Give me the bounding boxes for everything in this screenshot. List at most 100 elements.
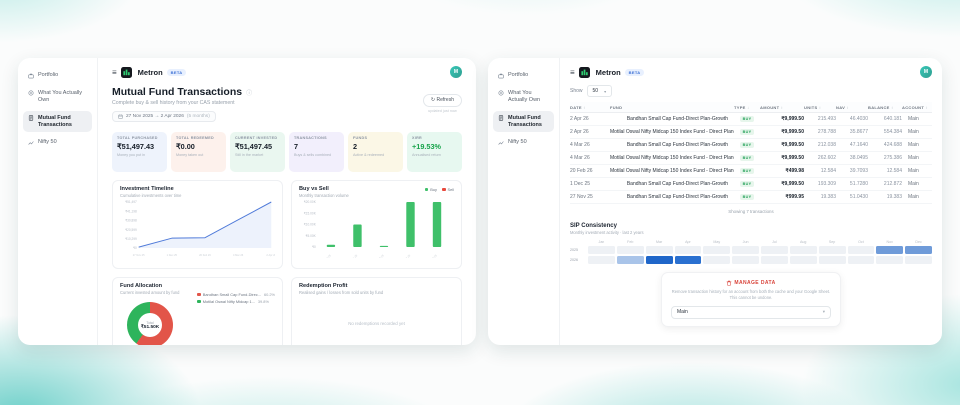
stat-label: TOTAL REDEEMED: [176, 136, 221, 140]
page-size-select[interactable]: 50 ▾: [587, 85, 613, 97]
buy-badge: BUY: [740, 129, 755, 135]
column-header[interactable]: NAV ↕: [836, 105, 868, 110]
table-row[interactable]: 2 Apr 26 Bandhan Small Cap Fund-Direct P…: [570, 113, 932, 126]
column-header[interactable]: AMOUNT ↕: [760, 105, 804, 110]
stat-label: XIRR: [412, 136, 457, 140]
table-row[interactable]: 4 Mar 26 Motilal Oswal Nifty Midcap 150 …: [570, 152, 932, 165]
sidebar-item-what-you-own[interactable]: What You Actually Own: [23, 86, 92, 108]
document-icon: [28, 115, 34, 121]
svg-text:₹10,299: ₹10,299: [125, 237, 137, 241]
stat-card: XIRR +19.53% Annualised return: [407, 132, 462, 172]
heatmap-cell[interactable]: [790, 256, 817, 264]
sort-icon[interactable]: ↕: [846, 105, 848, 110]
heatmap-cell[interactable]: [675, 256, 702, 264]
heatmap-cell[interactable]: [876, 256, 903, 264]
hamburger-menu-icon[interactable]: ≡: [112, 68, 117, 77]
heatmap-month-label: Mar: [646, 240, 673, 244]
heatmap-month-label: Oct: [848, 240, 875, 244]
heatmap-cell[interactable]: [905, 246, 932, 254]
heatmap-cell[interactable]: [848, 246, 875, 254]
info-icon[interactable]: ⓘ: [246, 88, 252, 97]
date-range-note: (5 months): [187, 114, 210, 119]
legend-percent: 60.2%: [264, 292, 275, 297]
heatmap-cell[interactable]: [675, 246, 702, 254]
heatmap-cell[interactable]: [646, 256, 673, 264]
cell-account: Main: [902, 181, 932, 187]
column-header[interactable]: ACCOUNT ↕: [902, 105, 932, 110]
hamburger-menu-icon[interactable]: ≡: [570, 68, 575, 77]
donut-chart[interactable]: Total ₹51.50K: [127, 302, 173, 345]
cell-type: BUY: [734, 155, 760, 161]
heatmap-cell[interactable]: [819, 246, 846, 254]
table-row[interactable]: 20 Feb 26 Motilal Oswal Nifty Midcap 150…: [570, 165, 932, 178]
sort-icon[interactable]: ↕: [781, 105, 783, 110]
sort-icon[interactable]: ↓: [747, 105, 749, 110]
table-row[interactable]: 4 Mar 26 Bandhan Small Cap Fund-Direct P…: [570, 139, 932, 152]
cell-balance: 19.383: [868, 194, 902, 200]
heatmap-cell[interactable]: [848, 256, 875, 264]
heatmap-cell[interactable]: [761, 246, 788, 254]
cell-date: 20 Feb 26: [570, 168, 610, 174]
show-label: Show: [570, 88, 583, 94]
heatmap-cell[interactable]: [790, 246, 817, 254]
table-row[interactable]: 27 Nov 25 Bandhan Small Cap Fund-Direct …: [570, 191, 932, 204]
column-header[interactable]: FUND: [610, 105, 734, 110]
column-header[interactable]: DATE ↕: [570, 105, 610, 110]
heatmap-cell[interactable]: [703, 246, 730, 254]
refresh-button[interactable]: ↻ Refresh: [423, 94, 462, 107]
heatmap-cell[interactable]: [819, 256, 846, 264]
column-header[interactable]: UNITS ↕: [804, 105, 836, 110]
chevron-down-icon: ▾: [823, 309, 825, 315]
svg-text:2 Apr 26: 2 Apr 26: [266, 253, 275, 257]
column-header[interactable]: BALANCE ↕: [868, 105, 902, 110]
cell-amount: ₹499.98: [760, 168, 804, 174]
date-range-chip[interactable]: 27 Nov 2025 → 2 Apr 2026 (5 months): [112, 111, 216, 122]
heatmap-cell[interactable]: [905, 256, 932, 264]
cell-date: 27 Nov 25: [570, 194, 610, 200]
bar-chart[interactable]: ₹0₹5.00K₹10.00K₹15.00K₹20.00KNov 25Dec 2…: [299, 198, 454, 258]
heatmap-cell[interactable]: [732, 246, 759, 254]
heatmap-cell[interactable]: [617, 256, 644, 264]
table-row[interactable]: 2 Apr 26 Motilal Oswal Nifty Midcap 150 …: [570, 126, 932, 139]
buy-vs-sell-card: Buy vs Sell Monthly transaction volume B…: [291, 180, 462, 269]
cell-account: Main: [902, 129, 932, 135]
column-header[interactable]: TYPE ↓: [734, 105, 760, 110]
sidebar-item-portfolio[interactable]: Portfolio: [493, 68, 554, 83]
buy-badge: BUY: [740, 194, 755, 200]
sidebar-item-label: Mutual Fund Transactions: [38, 115, 87, 129]
stat-note: Active & redeemed: [353, 153, 398, 158]
sip-subtitle: Monthly investment activity · last 2 yea…: [570, 230, 932, 235]
page-size-value: 50: [593, 88, 599, 94]
sort-icon[interactable]: ↕: [926, 105, 928, 110]
heatmap-cell[interactable]: [703, 256, 730, 264]
heatmap-cell[interactable]: [646, 246, 673, 254]
stat-card: TOTAL REDEEMED ₹0.00 Money taken out: [171, 132, 226, 172]
heatmap-cell[interactable]: [732, 256, 759, 264]
sidebar-item-nifty50[interactable]: Nifty 50: [23, 135, 92, 150]
legend-label: Sell: [448, 187, 455, 192]
buy-badge: BUY: [740, 181, 755, 187]
line-chart[interactable]: ₹0₹10,299₹20,599₹30,898₹41,198₹51,49727 …: [120, 198, 275, 258]
sidebar-item-what-you-own[interactable]: What You Actually Own: [493, 86, 554, 108]
account-select[interactable]: Main ▾: [671, 306, 831, 319]
sidebar-item-mf-transactions[interactable]: Mutual Fund Transactions: [493, 111, 554, 133]
buy-badge: BUY: [740, 142, 755, 148]
sidebar-item-portfolio[interactable]: Portfolio: [23, 68, 92, 83]
cell-units: 212.038: [804, 142, 836, 148]
svg-text:Mar 26: Mar 26: [402, 253, 411, 258]
heatmap-cell[interactable]: [617, 246, 644, 254]
fund-allocation-card: Fund Allocation Current invested amount …: [112, 277, 283, 345]
cell-date: 2 Apr 26: [570, 129, 610, 135]
heatmap-cell[interactable]: [761, 256, 788, 264]
heatmap-cell[interactable]: [588, 246, 615, 254]
sidebar-item-mf-transactions[interactable]: Mutual Fund Transactions: [23, 111, 92, 133]
heatmap-cell[interactable]: [876, 246, 903, 254]
avatar[interactable]: M: [450, 66, 462, 78]
sort-icon[interactable]: ↕: [583, 105, 585, 110]
heatmap-cell[interactable]: [588, 256, 615, 264]
sidebar-item-nifty50[interactable]: Nifty 50: [493, 135, 554, 150]
sort-icon[interactable]: ↕: [819, 105, 821, 110]
table-row[interactable]: 1 Dec 25 Bandhan Small Cap Fund-Direct P…: [570, 178, 932, 191]
sort-icon[interactable]: ↕: [891, 105, 893, 110]
avatar[interactable]: M: [920, 66, 932, 78]
